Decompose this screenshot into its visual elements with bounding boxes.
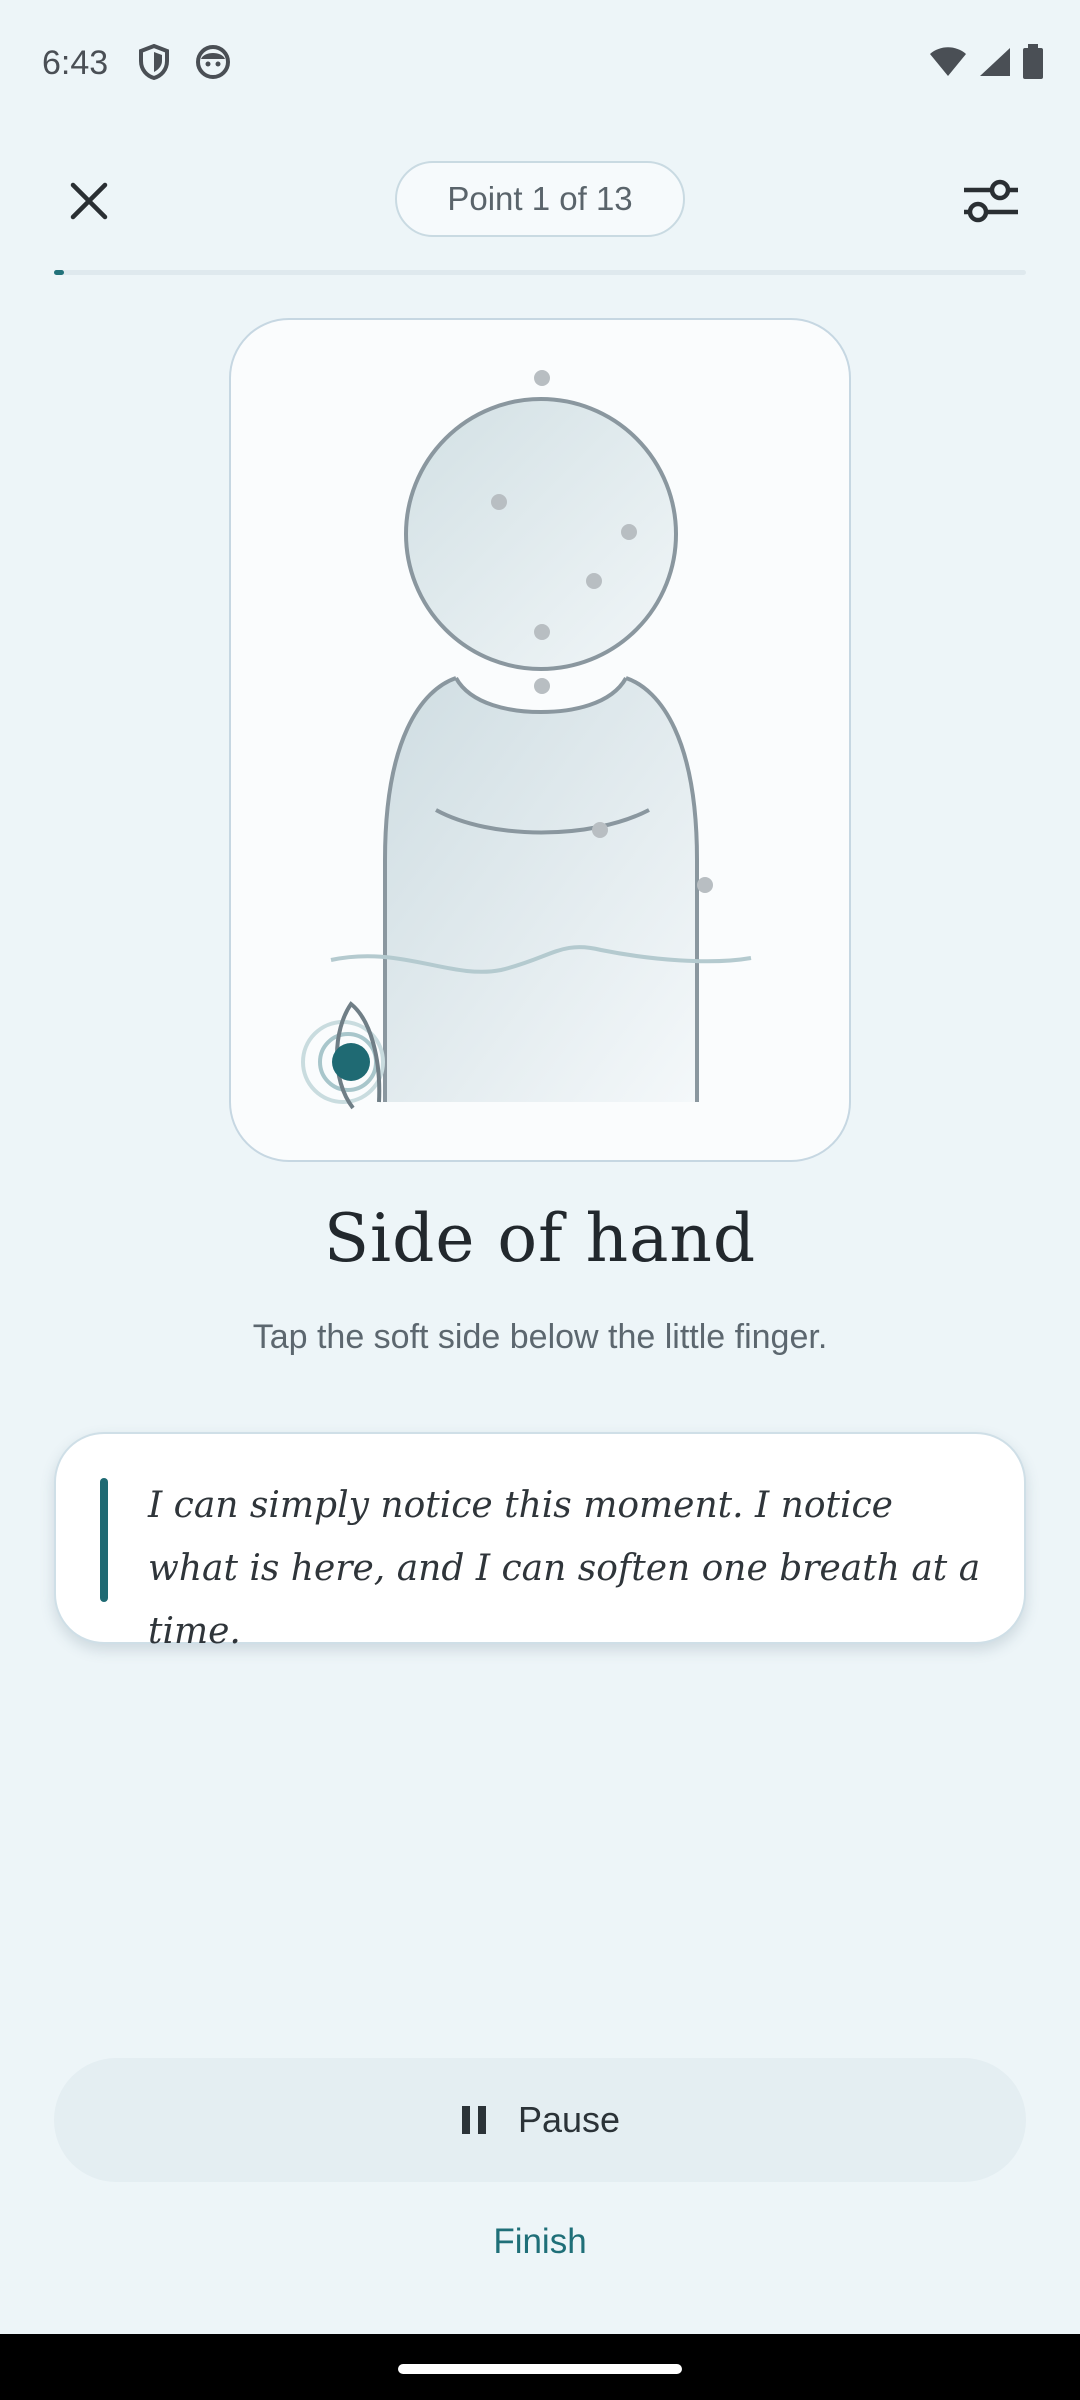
tapping-illustration-card bbox=[229, 318, 851, 1162]
settings-button[interactable] bbox=[955, 166, 1025, 236]
shield-icon bbox=[138, 43, 170, 85]
pause-icon bbox=[461, 2106, 486, 2134]
body-illustration bbox=[301, 370, 752, 1110]
point-instruction: Tap the soft side below the little finge… bbox=[252, 1318, 828, 1356]
tune-icon bbox=[964, 179, 1018, 223]
face-icon bbox=[196, 45, 230, 84]
pause-label: Pause bbox=[517, 2099, 621, 2140]
point-counter: Point 1 of 13 bbox=[395, 161, 685, 237]
close-icon bbox=[70, 182, 108, 220]
battery-icon bbox=[1022, 44, 1044, 85]
home-gesture-handle[interactable] bbox=[398, 2364, 682, 2374]
status-left-icons bbox=[138, 43, 230, 85]
torso-shape bbox=[385, 678, 697, 1102]
progress-track bbox=[54, 270, 1026, 275]
finish-button[interactable]: Finish bbox=[0, 2222, 1080, 2262]
affirmation-text: I can simply notice this moment. I notic… bbox=[148, 1485, 981, 1652]
progress-fill bbox=[54, 270, 64, 275]
pause-button[interactable]: Pause bbox=[54, 2058, 1026, 2182]
status-right-icons bbox=[928, 44, 1044, 85]
active-point-marker bbox=[332, 1043, 370, 1081]
point-title: Side of hand bbox=[323, 1200, 757, 1277]
signal-icon bbox=[978, 46, 1012, 83]
close-button[interactable] bbox=[54, 166, 124, 236]
wifi-icon bbox=[928, 46, 968, 83]
affirmation-accent-bar bbox=[100, 1478, 108, 1602]
affirmation-card: I can simply notice this moment. I notic… bbox=[54, 1432, 1026, 1652]
status-time: 6:43 bbox=[42, 44, 109, 82]
